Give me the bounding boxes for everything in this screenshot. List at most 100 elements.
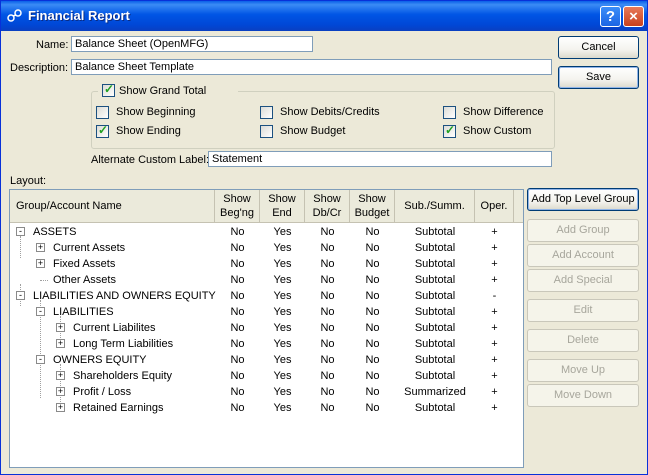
row-budget: No xyxy=(365,242,380,254)
row-budget: No xyxy=(365,226,380,238)
edit-button[interactable]: Edit xyxy=(527,299,639,322)
table-row[interactable]: + Profit / Loss No Yes No No Summarized + xyxy=(10,384,523,400)
move-down-button[interactable]: Move Down xyxy=(527,384,639,407)
collapse-icon[interactable]: - xyxy=(36,355,45,364)
row-name: Retained Earnings xyxy=(73,402,164,414)
row-end: Yes xyxy=(273,226,292,238)
show-ending-label: Show Ending xyxy=(116,125,181,137)
show-beginning-checkbox[interactable] xyxy=(96,106,109,119)
table-row[interactable]: - OWNERS EQUITY No Yes No No Subtotal + xyxy=(10,352,523,368)
show-budget-checkbox[interactable] xyxy=(260,125,273,138)
row-dbcr: No xyxy=(320,290,335,302)
table-row[interactable]: + Current Assets No Yes No No Subtotal + xyxy=(10,240,523,256)
expand-icon[interactable]: + xyxy=(56,403,65,412)
title-bar[interactable]: Financial Report ? × xyxy=(1,1,647,31)
row-beg: No xyxy=(230,242,245,254)
expand-icon[interactable]: + xyxy=(56,339,65,348)
show-custom-checkbox[interactable]: ✓ xyxy=(443,123,456,138)
row-summ: Subtotal xyxy=(414,306,456,318)
expand-icon[interactable]: + xyxy=(56,387,65,396)
layout-label: Layout: xyxy=(10,175,47,187)
table-row[interactable]: + Long Term Liabilities No Yes No No Subtotal + xyxy=(10,336,523,352)
show-beginning-label: Show Beginning xyxy=(116,106,196,118)
add-top-level-group-button[interactable]: Add Top Level Group xyxy=(527,188,639,211)
row-oper: + xyxy=(491,322,498,334)
delete-button[interactable]: Delete xyxy=(527,329,639,352)
name-label: Name: xyxy=(36,39,69,51)
col-header-sub-summ[interactable]: Sub./Summ. xyxy=(395,190,475,222)
close-button[interactable]: × xyxy=(623,6,644,27)
col-header-oper[interactable]: Oper. xyxy=(475,190,514,222)
name-field[interactable]: Balance Sheet (OpenMFG) xyxy=(71,36,313,52)
table-row[interactable]: + Current Liabilites No Yes No No Subtotal + xyxy=(10,320,523,336)
row-oper: + xyxy=(491,242,498,254)
row-summ: Subtotal xyxy=(414,242,456,254)
expand-icon[interactable]: + xyxy=(56,323,65,332)
table-row[interactable]: - LIABILITIES AND OWNERS EQUITY No Yes No No S… xyxy=(10,288,523,304)
show-budget-label: Show Budget xyxy=(280,125,346,137)
help-button[interactable]: ? xyxy=(600,6,621,27)
show-debits-credits-checkbox[interactable] xyxy=(260,106,273,119)
row-end: Yes xyxy=(273,242,292,254)
row-name: Other Assets xyxy=(53,274,116,286)
row-name: Current Assets xyxy=(53,242,126,254)
row-oper: + xyxy=(491,258,498,270)
layout-tree-table[interactable]: Group/Account Name Show Beg'ng Show End Sh… xyxy=(9,189,524,468)
description-label: Description: xyxy=(10,62,69,74)
row-end: Yes xyxy=(273,322,292,334)
col-header-show-end[interactable]: Show End xyxy=(260,190,305,222)
collapse-icon[interactable]: - xyxy=(36,307,45,316)
row-budget: No xyxy=(365,402,380,414)
row-dbcr: No xyxy=(320,338,335,350)
row-oper: - xyxy=(492,290,497,302)
row-name: OWNERS EQUITY xyxy=(53,354,147,366)
row-dbcr: No xyxy=(320,242,335,254)
add-special-button[interactable]: Add Special xyxy=(527,269,639,292)
row-dbcr: No xyxy=(320,258,335,270)
expand-icon[interactable]: + xyxy=(36,243,45,252)
table-row[interactable]: + Shareholders Equity No Yes No No Subtotal + xyxy=(10,368,523,384)
cancel-button[interactable]: Cancel xyxy=(558,36,639,59)
show-grand-total-checkbox[interactable]: ✓ xyxy=(102,82,115,97)
row-summ: Subtotal xyxy=(414,226,456,238)
collapse-icon[interactable]: - xyxy=(16,291,25,300)
table-row[interactable]: - ASSETS No Yes No No Subtotal + xyxy=(10,224,523,240)
row-end: Yes xyxy=(273,274,292,286)
show-ending-checkbox[interactable]: ✓ xyxy=(96,123,109,138)
row-oper: + xyxy=(491,402,498,414)
save-button[interactable]: Save xyxy=(558,66,639,89)
row-oper: + xyxy=(491,306,498,318)
alternate-custom-label-field[interactable]: Statement xyxy=(208,151,552,167)
add-account-button[interactable]: Add Account xyxy=(527,244,639,267)
expand-icon[interactable]: + xyxy=(36,259,45,268)
table-row[interactable]: + Retained Earnings No Yes No No Subtotal + xyxy=(10,400,523,416)
row-beg: No xyxy=(230,370,245,382)
checkmark-icon: ✓ xyxy=(98,123,109,137)
table-row[interactable]: + Fixed Assets No Yes No No Subtotal + xyxy=(10,256,523,272)
expand-icon[interactable]: + xyxy=(56,371,65,380)
row-name: Profit / Loss xyxy=(73,386,132,398)
row-beg: No xyxy=(230,226,245,238)
col-header-show-budget[interactable]: Show Budget xyxy=(350,190,395,222)
row-end: Yes xyxy=(273,306,292,318)
options-groupbox xyxy=(91,91,555,149)
row-budget: No xyxy=(365,370,380,382)
row-oper: + xyxy=(491,386,498,398)
show-difference-checkbox[interactable] xyxy=(443,106,456,119)
table-row[interactable]: Other Assets No Yes No No Subtotal + xyxy=(10,272,523,288)
col-header-name[interactable]: Group/Account Name xyxy=(10,190,215,222)
row-oper: + xyxy=(491,226,498,238)
row-beg: No xyxy=(230,322,245,334)
row-summ: Subtotal xyxy=(414,322,456,334)
row-beg: No xyxy=(230,290,245,302)
description-field[interactable]: Balance Sheet Template xyxy=(71,59,552,75)
row-summ: Subtotal xyxy=(414,274,456,286)
col-header-show-dbcr[interactable]: Show Db/Cr xyxy=(305,190,350,222)
table-row[interactable]: - LIABILITIES No Yes No No Subtotal + xyxy=(10,304,523,320)
move-up-button[interactable]: Move Up xyxy=(527,359,639,382)
add-group-button[interactable]: Add Group xyxy=(527,219,639,242)
col-header-show-begng[interactable]: Show Beg'ng xyxy=(215,190,260,222)
checkmark-icon: ✓ xyxy=(445,123,456,137)
row-name: ASSETS xyxy=(33,226,77,238)
collapse-icon[interactable]: - xyxy=(16,227,25,236)
